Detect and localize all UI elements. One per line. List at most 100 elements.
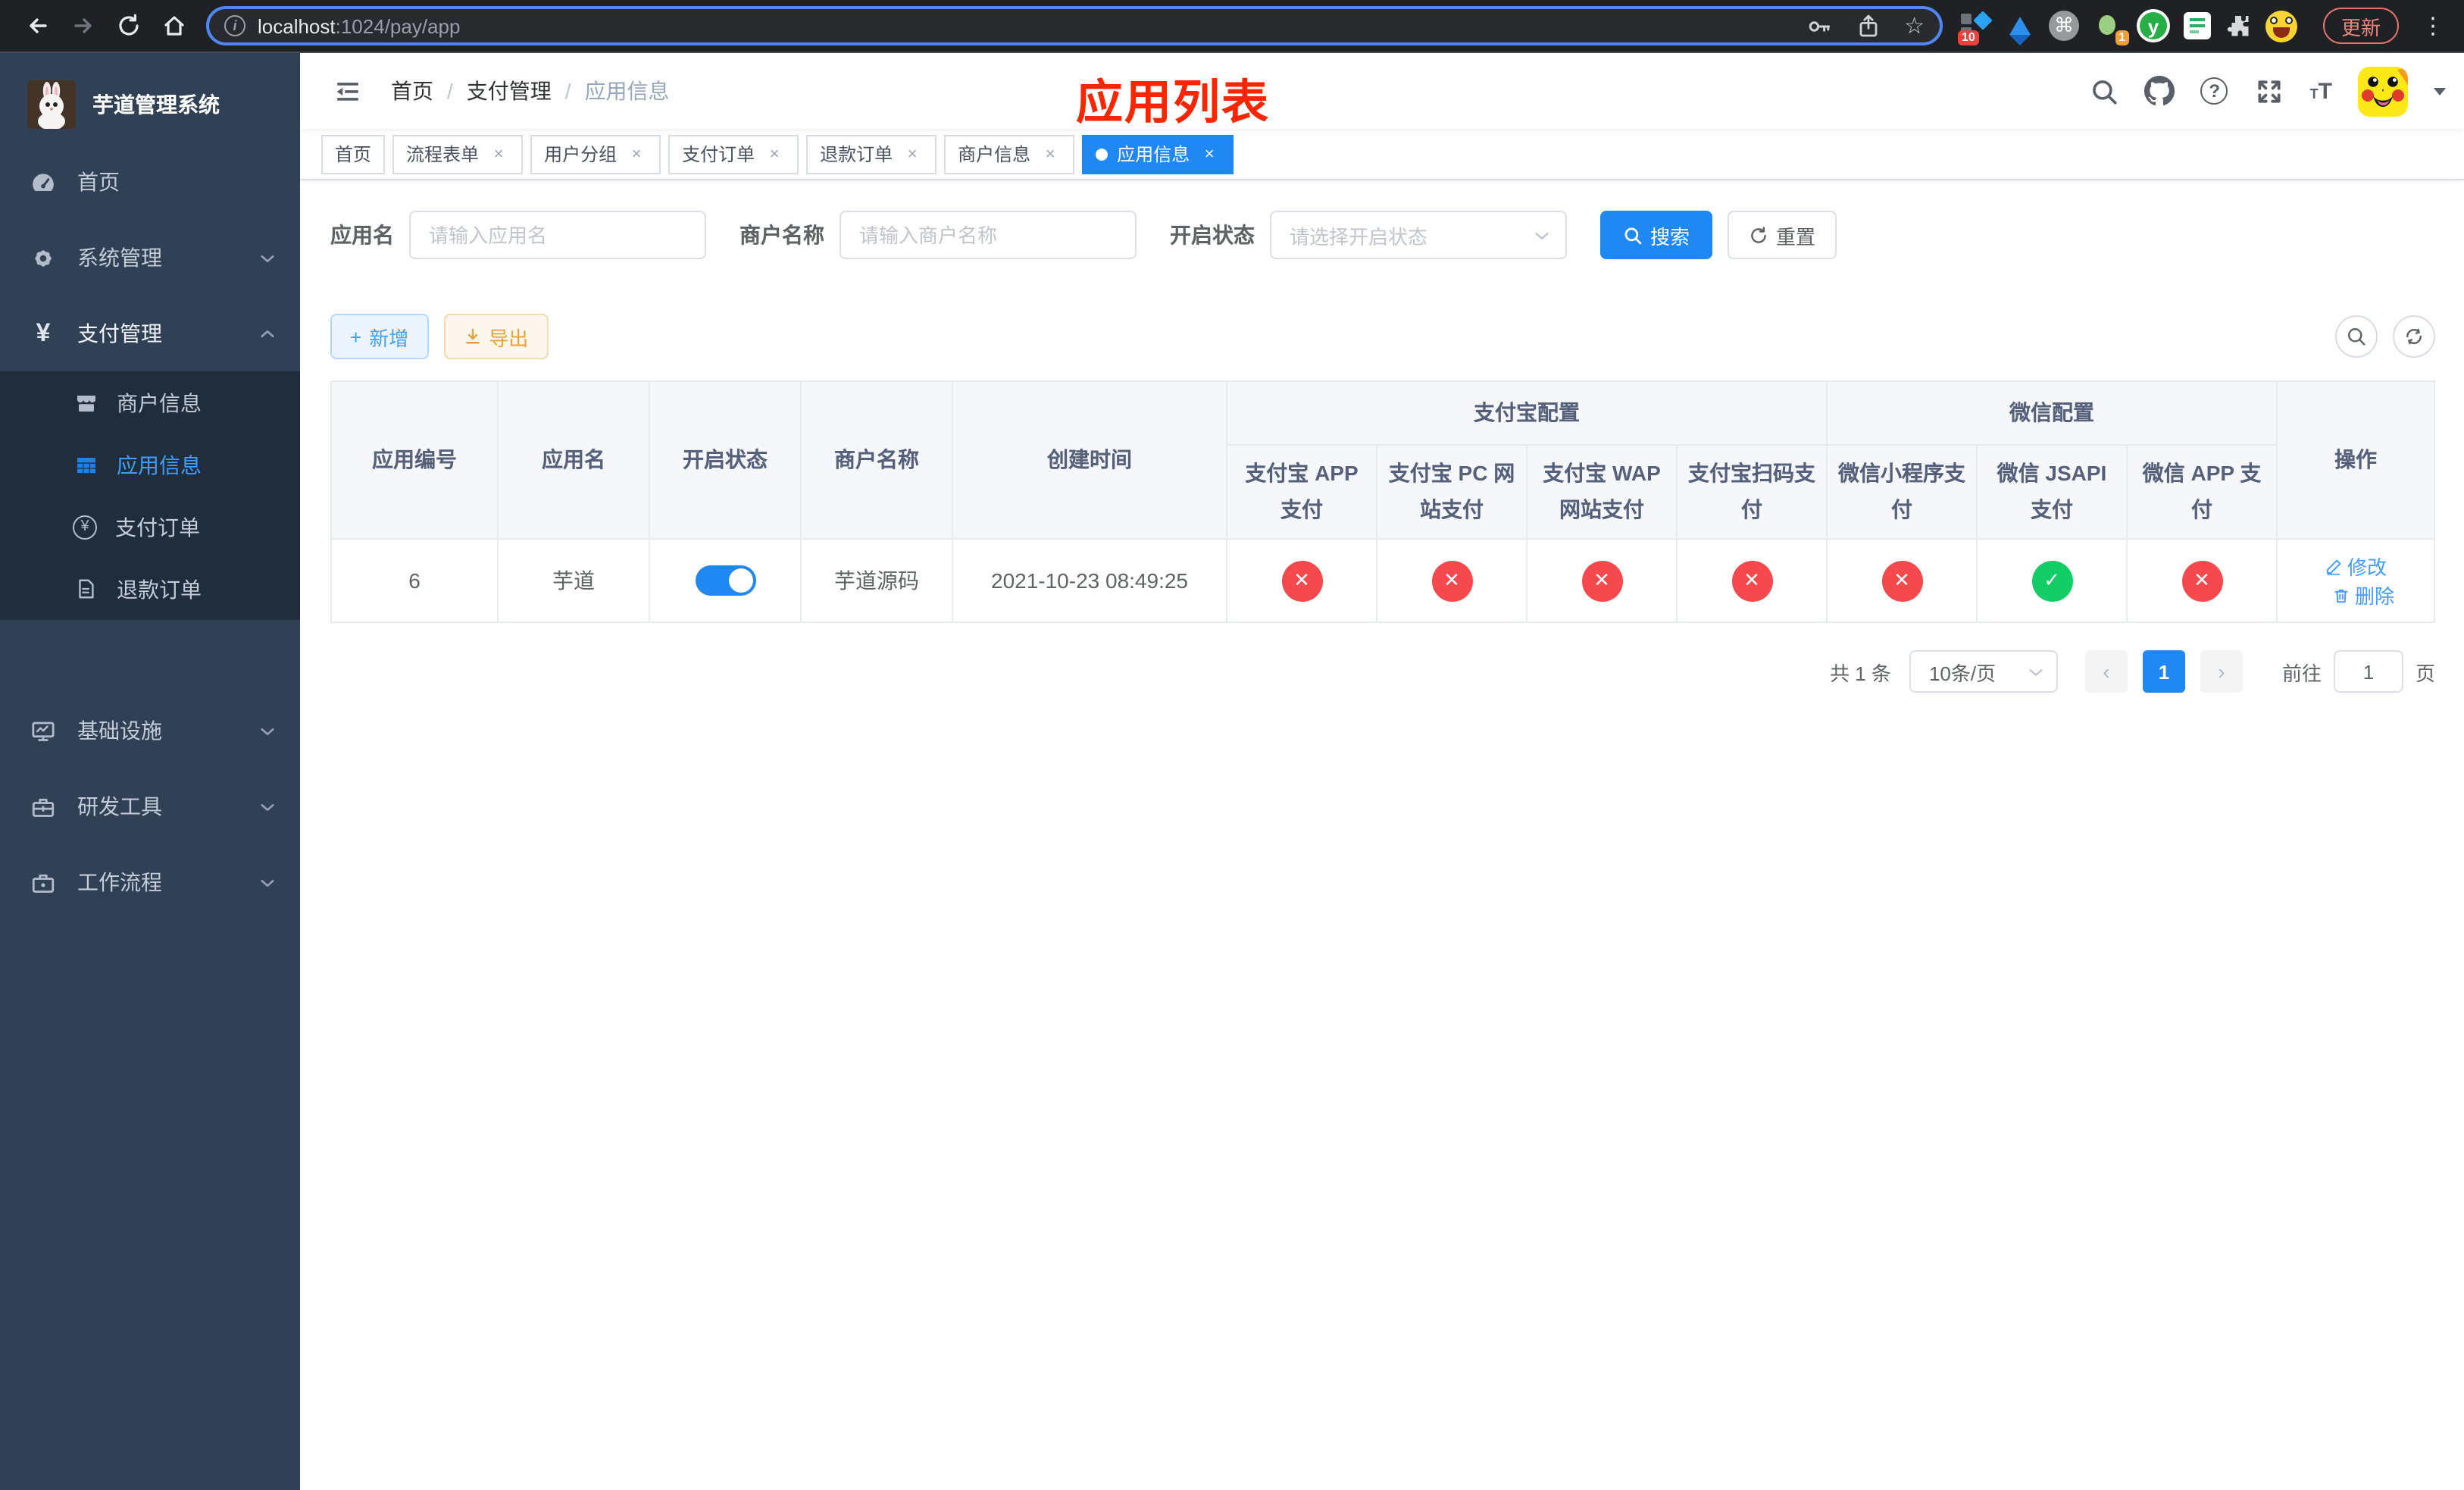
- navbar-actions: ? TT: [2089, 66, 2446, 116]
- col-header-app-name: 应用名: [497, 380, 650, 540]
- tab-user-group[interactable]: 用户分组 ×: [530, 134, 661, 174]
- font-size-icon[interactable]: TT: [2310, 78, 2332, 104]
- trash-icon: [2332, 586, 2350, 604]
- pagination: 共 1 条 10条/页 ‹ 1 › 前往 页: [330, 650, 2435, 693]
- bookmark-star-icon[interactable]: ☆: [1904, 12, 1925, 39]
- chrome-update-button[interactable]: 更新: [2323, 8, 2400, 44]
- sidebar-collapse-icon[interactable]: [321, 65, 373, 117]
- sidebar-item-payment[interactable]: ¥ 支付管理: [0, 296, 300, 371]
- wechat-jsapi-status-icon: ✓: [2031, 560, 2072, 601]
- close-icon[interactable]: ×: [1199, 143, 1220, 164]
- col-header-created: 创建时间: [952, 380, 1227, 540]
- close-icon[interactable]: ×: [488, 143, 509, 164]
- close-icon[interactable]: ×: [626, 143, 647, 164]
- merchant-name-input[interactable]: [840, 211, 1137, 259]
- export-button[interactable]: 导出: [443, 314, 549, 359]
- extension-docs-icon[interactable]: [2184, 12, 2211, 39]
- delete-link[interactable]: 删除: [2332, 581, 2394, 609]
- browser-reload-icon[interactable]: [106, 5, 152, 47]
- payment-submenu: 商户信息 应用信息 ¥ 支付订单 退款订单: [0, 371, 300, 620]
- page-number-button[interactable]: 1: [2142, 650, 2185, 693]
- merchant-name-label: 商户名称: [740, 223, 824, 247]
- filter-bar: 应用名 商户名称 开启状态 请选择开启状态: [330, 211, 2435, 259]
- password-key-icon[interactable]: [1806, 13, 1831, 39]
- sidebar-item-workflow[interactable]: 工作流程: [0, 844, 300, 920]
- breadcrumb-home[interactable]: 首页: [391, 76, 433, 106]
- next-page-button[interactable]: ›: [2200, 650, 2243, 693]
- browser-home-icon[interactable]: [152, 5, 197, 47]
- alipay-app-status-icon: ✕: [1281, 560, 1322, 601]
- active-dot-icon: [1096, 148, 1108, 160]
- reset-button[interactable]: 重置: [1728, 211, 1837, 259]
- sidebar-logo[interactable]: 芋道管理系统: [0, 65, 300, 144]
- alipay-pc-status-icon: ✕: [1431, 560, 1472, 601]
- sidebar-item-system[interactable]: 系统管理: [0, 220, 300, 296]
- tab-refund-order[interactable]: 退款订单 ×: [806, 134, 937, 174]
- sidebar-item-infrastructure[interactable]: 基础设施: [0, 693, 300, 768]
- status-toggle[interactable]: [695, 565, 755, 596]
- extension-recorder-icon[interactable]: 1: [2093, 11, 2129, 45]
- sidebar: 芋道管理系统 首页 系统管理 ¥ 支付管理 商户信息 应用信息 ¥ 支付订单 退…: [0, 53, 300, 1490]
- app-name-input[interactable]: [409, 211, 706, 259]
- tab-merchant-info[interactable]: 商户信息 ×: [944, 134, 1075, 174]
- sidebar-item-refund-order[interactable]: 退款订单: [0, 558, 300, 620]
- sidebar-item-label: 支付订单: [115, 515, 200, 539]
- help-icon[interactable]: ?: [2200, 77, 2228, 105]
- address-bar[interactable]: i localhost:1024/pay/app ☆: [206, 6, 1943, 45]
- tab-pay-order[interactable]: 支付订单 ×: [668, 134, 799, 174]
- user-avatar[interactable]: [2358, 66, 2408, 116]
- cell-status: [649, 538, 802, 623]
- extensions-row: 10 ⌘ 1 y 更新 ⋮: [1958, 8, 2444, 45]
- document-icon: [73, 576, 98, 602]
- profile-avatar-icon[interactable]: [2265, 10, 2297, 42]
- chevron-down-icon: [1534, 227, 1550, 243]
- browser-back-icon[interactable]: [15, 5, 61, 47]
- goto-page-input[interactable]: [2333, 650, 2403, 693]
- close-icon[interactable]: ×: [1040, 143, 1061, 164]
- wechat-mini-status-icon: ✕: [1881, 560, 1922, 601]
- page-annotation: 应用列表: [1076, 76, 1270, 129]
- extension-pinned-icon[interactable]: 10: [1958, 11, 1993, 45]
- sidebar-item-merchant-info[interactable]: 商户信息: [0, 371, 300, 434]
- cell-app-id: 6: [330, 538, 499, 623]
- sidebar-item-app-info[interactable]: 应用信息: [0, 434, 300, 496]
- chrome-menu-icon[interactable]: ⋮: [2422, 12, 2444, 39]
- page-size-select[interactable]: 10条/页: [1909, 650, 2058, 693]
- tab-process-form[interactable]: 流程表单 ×: [392, 134, 524, 174]
- close-icon[interactable]: ×: [764, 143, 785, 164]
- tab-home[interactable]: 首页: [321, 134, 386, 174]
- pagination-total: 共 1 条: [1830, 662, 1891, 684]
- breadcrumb-payment[interactable]: 支付管理: [467, 76, 552, 106]
- monitor-chart-icon: [30, 718, 56, 743]
- site-info-icon[interactable]: i: [224, 15, 245, 36]
- extension-kite-icon[interactable]: [2005, 11, 2035, 45]
- close-icon[interactable]: ×: [902, 143, 923, 164]
- extension-command-icon[interactable]: ⌘: [2049, 11, 2079, 41]
- status-select[interactable]: 请选择开启状态: [1270, 211, 1567, 259]
- sidebar-item-home[interactable]: 首页: [0, 144, 300, 220]
- fullscreen-icon[interactable]: [2254, 76, 2284, 106]
- add-button[interactable]: + 新增: [330, 314, 429, 359]
- cell-merchant: 芋道源码: [800, 538, 953, 623]
- tab-app-info[interactable]: 应用信息 ×: [1082, 134, 1234, 174]
- share-icon[interactable]: [1856, 13, 1880, 39]
- refresh-table-button[interactable]: [2393, 315, 2435, 358]
- col-header-status: 开启状态: [649, 380, 802, 540]
- sidebar-item-pay-order[interactable]: ¥ 支付订单: [0, 496, 300, 558]
- alipay-qr-status-icon: ✕: [1731, 560, 1772, 601]
- prev-page-button[interactable]: ‹: [2084, 650, 2128, 693]
- github-icon[interactable]: [2144, 76, 2175, 106]
- search-icon[interactable]: [2089, 76, 2119, 106]
- sidebar-item-dev-tools[interactable]: 研发工具: [0, 768, 300, 844]
- browser-forward-icon[interactable]: [61, 5, 106, 47]
- extensions-puzzle-icon[interactable]: [2225, 12, 2252, 39]
- avatar-caret-icon[interactable]: [2434, 87, 2446, 95]
- sidebar-item-label: 商户信息: [117, 390, 202, 415]
- col-header-alipay-pc: 支付宝 PC 网站支付: [1376, 444, 1527, 540]
- toggle-search-button[interactable]: [2335, 315, 2378, 358]
- search-button[interactable]: 搜索: [1600, 211, 1713, 259]
- sidebar-item-label: 研发工具: [77, 794, 162, 819]
- breadcrumb-separator: /: [564, 79, 571, 103]
- edit-link[interactable]: 修改: [2325, 552, 2387, 581]
- extension-y-icon[interactable]: y: [2137, 9, 2170, 42]
